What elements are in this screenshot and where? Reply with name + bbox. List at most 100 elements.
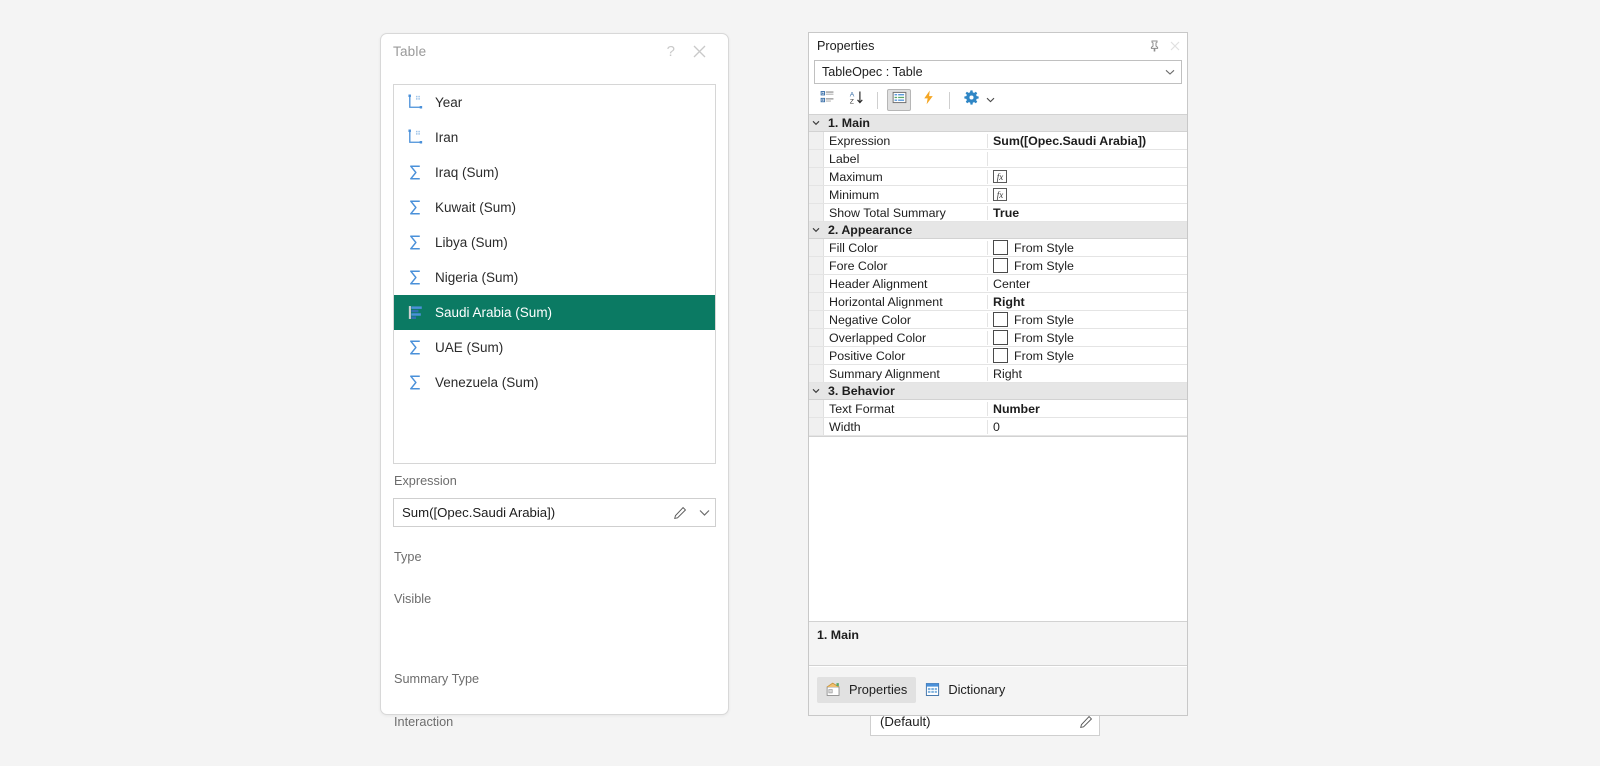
tab-properties[interactable]: Properties [817, 677, 917, 703]
property-row-gutter [809, 365, 824, 382]
property-row[interactable]: Negative Color From Style [809, 311, 1187, 329]
property-name: Fill Color [824, 240, 988, 255]
property-group-label: 1. Main [828, 116, 870, 130]
property-group-label: 3. Behavior [828, 384, 895, 398]
field-list-item-label: Venezuela (Sum) [435, 375, 539, 390]
property-row-gutter [809, 132, 824, 149]
property-group-label: 2. Appearance [828, 223, 913, 237]
property-row[interactable]: Show Total Summary True [809, 204, 1187, 222]
properties-button[interactable] [887, 89, 911, 111]
properties-toolbar: AZ [809, 84, 1187, 115]
property-value-cell[interactable]: True [988, 206, 1187, 220]
field-list-item[interactable]: UAE (Sum) [394, 330, 715, 365]
color-swatch[interactable] [993, 348, 1008, 363]
properties-panel-titlebar: Properties [809, 33, 1187, 58]
field-list-item[interactable]: Kuwait (Sum) [394, 190, 715, 225]
pin-icon[interactable] [1149, 40, 1160, 52]
property-row[interactable]: Label [809, 150, 1187, 168]
toolbar-separator [949, 91, 950, 109]
property-row[interactable]: Fore Color From Style [809, 257, 1187, 275]
fx-expression-icon[interactable]: fx [993, 170, 1007, 183]
close-icon[interactable] [1170, 41, 1180, 51]
property-value-cell[interactable]: Center [988, 277, 1187, 291]
field-list-item[interactable]: Saudi Arabia (Sum) [394, 295, 715, 330]
table-dialog: Table ? Year Iran Iraq (Sum) Kuwait (Sum) Li… [380, 33, 1114, 736]
property-row[interactable]: Maximum fx [809, 168, 1187, 186]
properties-panel: Properties TableOpec : Table AZ 1. Main E… [808, 32, 1188, 716]
property-value: Number [993, 401, 1040, 416]
property-value-cell[interactable]: Right [988, 295, 1187, 309]
property-row-gutter [809, 275, 824, 292]
property-value-cell[interactable]: fx [988, 188, 1187, 201]
field-list[interactable]: Year Iran Iraq (Sum) Kuwait (Sum) Libya (Sum… [393, 84, 716, 464]
field-list-item[interactable]: Libya (Sum) [394, 225, 715, 260]
property-value-cell[interactable]: 0 [988, 420, 1187, 434]
edit-pencil-icon[interactable] [1073, 715, 1099, 729]
field-list-item[interactable]: Year [394, 85, 715, 120]
property-row[interactable]: Minimum fx [809, 186, 1187, 204]
property-row[interactable]: Summary Alignment Right [809, 365, 1187, 383]
color-swatch[interactable] [993, 330, 1008, 345]
property-row-gutter [809, 239, 824, 256]
expression-value: Sum([Opec.Saudi Arabia]) [402, 505, 556, 520]
property-group-header[interactable]: 3. Behavior [809, 383, 1187, 400]
events-button[interactable] [916, 89, 940, 111]
chevron-down-icon[interactable] [693, 509, 715, 517]
expression-input[interactable]: Sum([Opec.Saudi Arabia]) [393, 498, 716, 527]
chevron-down-icon[interactable] [809, 120, 823, 126]
property-row[interactable]: Text Format Number [809, 400, 1187, 418]
property-value-cell[interactable]: Number [988, 402, 1187, 416]
settings-button[interactable] [959, 89, 983, 111]
property-name: Header Alignment [824, 276, 988, 291]
color-swatch[interactable] [993, 240, 1008, 255]
property-row[interactable]: Horizontal Alignment Right [809, 293, 1187, 311]
property-row[interactable]: Overlapped Color From Style [809, 329, 1187, 347]
axis-column-icon [404, 127, 426, 149]
alphabetical-button[interactable]: AZ [844, 89, 868, 111]
property-value: From Style [1014, 258, 1074, 273]
object-selector[interactable]: TableOpec : Table [814, 60, 1182, 84]
tab-dictionary[interactable]: Dictionary [916, 677, 1014, 703]
toolbar-separator [877, 91, 878, 109]
object-selector-value: TableOpec : Table [822, 65, 923, 79]
color-swatch[interactable] [993, 258, 1008, 273]
property-value: 0 [993, 419, 1000, 434]
field-list-item-label: UAE (Sum) [435, 340, 504, 355]
property-row[interactable]: Expression Sum([Opec.Saudi Arabia]) [809, 132, 1187, 150]
field-list-item[interactable]: Venezuela (Sum) [394, 365, 715, 400]
property-value-cell[interactable]: From Style [988, 330, 1187, 345]
property-value-cell[interactable]: Right [988, 367, 1187, 381]
property-value-cell[interactable]: From Style [988, 312, 1187, 327]
field-list-item[interactable]: Iraq (Sum) [394, 155, 715, 190]
chevron-down-icon[interactable] [986, 97, 995, 103]
fx-expression-icon[interactable]: fx [993, 188, 1007, 201]
sort-az-icon: AZ [848, 89, 865, 111]
properties-grid[interactable]: 1. Main Expression Sum([Opec.Saudi Arabia]… [809, 115, 1187, 437]
property-row[interactable]: Positive Color From Style [809, 347, 1187, 365]
property-row[interactable]: Width 0 [809, 418, 1187, 436]
color-swatch[interactable] [993, 312, 1008, 327]
field-list-item[interactable]: Nigeria (Sum) [394, 260, 715, 295]
property-value-cell[interactable]: From Style [988, 258, 1187, 273]
chevron-down-icon[interactable] [809, 388, 823, 394]
expression-label: Expression [394, 474, 457, 488]
property-name: Fore Color [824, 258, 988, 273]
property-value: Center [993, 276, 1031, 291]
property-value-cell[interactable]: From Style [988, 348, 1187, 363]
field-list-item[interactable]: Iran [394, 120, 715, 155]
help-icon[interactable]: ? [667, 44, 675, 59]
chevron-down-icon[interactable] [809, 227, 823, 233]
edit-pencil-icon[interactable] [667, 506, 693, 520]
property-group-header[interactable]: 2. Appearance [809, 222, 1187, 239]
property-value-cell[interactable]: Sum([Opec.Saudi Arabia]) [988, 134, 1187, 148]
property-value-cell[interactable]: fx [988, 170, 1187, 183]
property-row[interactable]: Fill Color From Style [809, 239, 1187, 257]
categorized-button[interactable] [815, 89, 839, 111]
close-icon[interactable] [693, 45, 706, 58]
property-row-gutter [809, 186, 824, 203]
property-group-header[interactable]: 1. Main [809, 115, 1187, 132]
property-row[interactable]: Header Alignment Center [809, 275, 1187, 293]
interaction-value: (Default) [880, 714, 931, 729]
property-list-icon [891, 89, 908, 111]
property-value-cell[interactable]: From Style [988, 240, 1187, 255]
